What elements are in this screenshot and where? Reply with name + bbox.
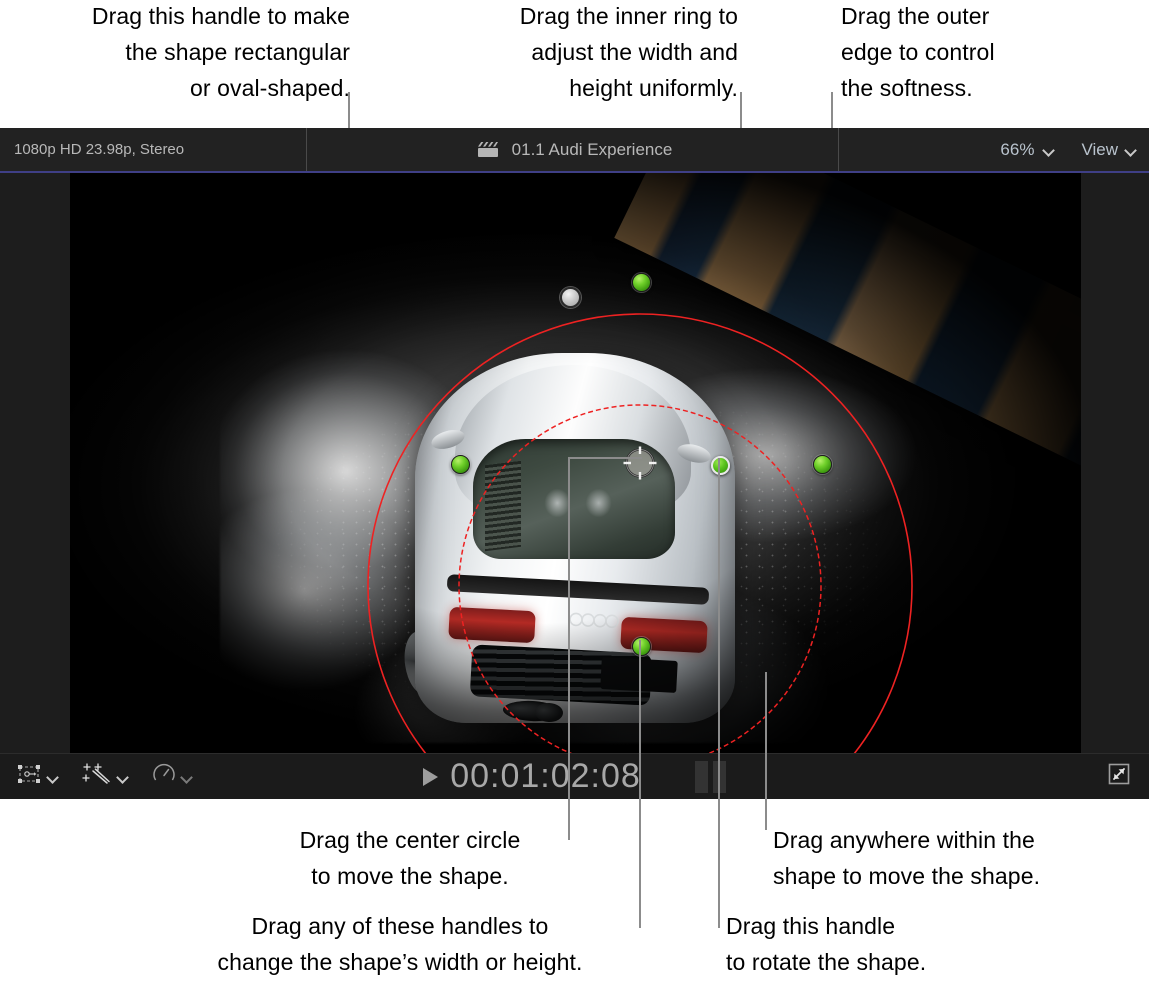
expand-arrows-icon[interactable] [1107, 762, 1131, 791]
video-frame[interactable] [70, 173, 1081, 753]
chevron-down-icon-zoom[interactable] [1044, 146, 1055, 153]
callout-rotate-shape: Drag this handle to rotate the shape. [726, 913, 927, 975]
viewer-canvas-area [0, 173, 1149, 753]
project-name: 01.1 Audi Experience [511, 139, 673, 159]
zoom-level-value[interactable]: 66% [1000, 140, 1034, 160]
leader-line-center-move [568, 457, 570, 840]
callout-size-handles: Drag any of these handles to change the … [217, 913, 583, 975]
viewer-bottom-toolbar: 00:01:02:08 [0, 753, 1149, 799]
callout-outer-edge: Drag the outer edge to control the softn… [841, 3, 995, 101]
toolbar-divider-right [838, 128, 839, 171]
viewer-tools-group [16, 754, 209, 799]
callout-center-circle: Drag the center circle to move the shape… [299, 827, 521, 889]
chevron-down-icon-enhance[interactable] [118, 773, 129, 780]
toolbar-divider-left [306, 128, 307, 171]
leader-line-move-shape [765, 672, 767, 830]
size-handle-right[interactable] [812, 454, 832, 474]
size-handle-bottom[interactable] [631, 636, 651, 656]
play-triangle-icon[interactable] [423, 767, 439, 786]
viewer-toolbar-right: 66% View [1000, 128, 1137, 171]
timecode-display[interactable]: 00:01:02:08 [450, 757, 641, 796]
leader-line-rotate [718, 458, 720, 928]
screenshot-root: Drag this handle to make the shape recta… [0, 0, 1149, 982]
frame-vignette [70, 173, 1081, 753]
rotation-handle[interactable] [710, 455, 730, 475]
retime-tool-group[interactable] [152, 762, 193, 791]
transform-crop-icon[interactable] [16, 763, 42, 790]
callout-curvature-handle: Drag this handle to make the shape recta… [91, 3, 350, 101]
transform-tool-group[interactable] [16, 763, 59, 790]
viewer-toolbar: 1080p HD 23.98p, Stereo 01.1 Audi Experi… [0, 128, 1149, 173]
viewer-window: 1080p HD 23.98p, Stereo 01.1 Audi Experi… [0, 128, 1149, 799]
center-move-handle[interactable] [620, 443, 660, 483]
size-handle-left[interactable] [450, 454, 470, 474]
callout-move-shape: Drag anywhere within the shape to move t… [773, 827, 1041, 889]
audio-meter-icon[interactable] [694, 760, 726, 793]
view-menu-label[interactable]: View [1081, 140, 1118, 160]
magic-wand-icon[interactable] [82, 762, 112, 791]
chevron-down-icon-view[interactable] [1126, 146, 1137, 153]
leader-line-center-h [568, 457, 642, 459]
speedometer-icon[interactable] [152, 762, 176, 791]
chevron-down-icon-retime[interactable] [182, 773, 193, 780]
size-handle-top[interactable] [631, 272, 651, 292]
clip-format-info: 1080p HD 23.98p, Stereo [14, 141, 185, 158]
chevron-down-icon-transform[interactable] [48, 773, 59, 780]
fullscreen-group [1107, 754, 1131, 799]
callout-inner-ring: Drag the inner ring to adjust the width … [519, 3, 738, 101]
curvature-handle[interactable] [559, 286, 581, 308]
clapperboard-icon [477, 141, 499, 158]
leader-line-size-handles [639, 640, 641, 928]
enhance-tool-group[interactable] [82, 762, 129, 791]
